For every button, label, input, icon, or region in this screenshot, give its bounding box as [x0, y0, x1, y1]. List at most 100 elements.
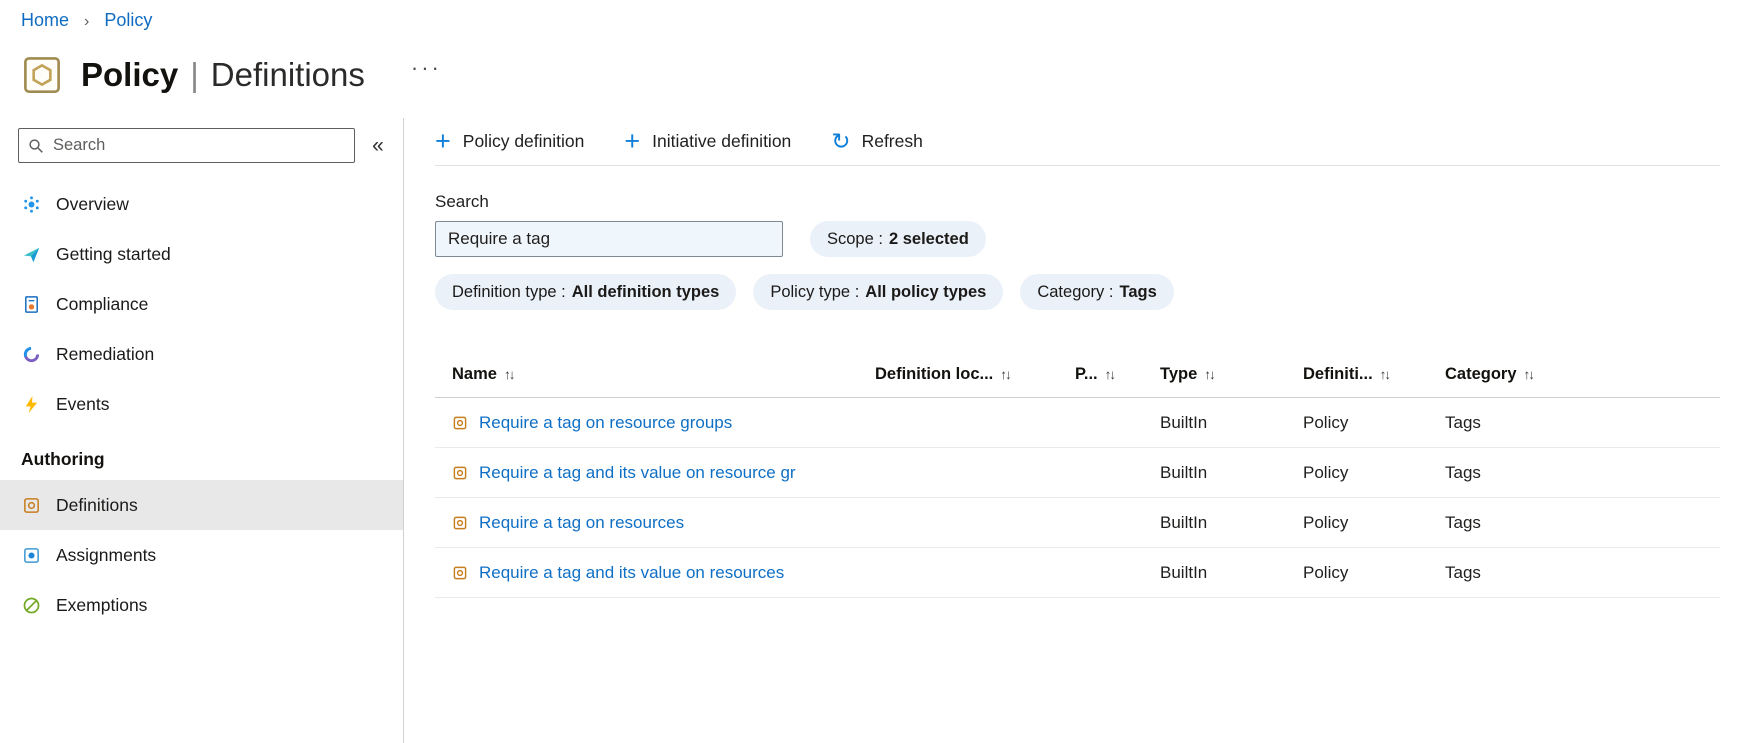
- definition-type-cell: Policy: [1303, 562, 1349, 582]
- scope-filter-pill[interactable]: Scope : 2 selected: [810, 221, 986, 257]
- sidebar-nav: Overview Getting started Compliance Reme…: [0, 179, 403, 630]
- search-label: Search: [435, 192, 489, 211]
- sidebar-item-definitions[interactable]: Definitions: [0, 480, 403, 530]
- breadcrumb-chevron-icon: ›: [84, 13, 90, 30]
- sidebar-item-label: Exemptions: [56, 594, 148, 615]
- sidebar-item-exemptions[interactable]: Exemptions: [0, 580, 403, 630]
- table-row[interactable]: Require a tag on resources BuiltIn Polic…: [435, 498, 1720, 548]
- policy-definition-icon: [452, 465, 468, 481]
- definition-search-input[interactable]: [435, 221, 783, 257]
- category-cell: Tags: [1445, 512, 1481, 532]
- sidebar-item-remediation[interactable]: Remediation: [0, 329, 403, 379]
- type-cell: BuiltIn: [1160, 562, 1208, 582]
- compliance-icon: [21, 294, 41, 314]
- breadcrumb-home-link[interactable]: Home: [21, 10, 69, 30]
- refresh-icon: ↻: [831, 128, 851, 154]
- table-header-row: Name ↑↓ Definition loc... ↑↓ P... ↑↓ Typ…: [435, 352, 1720, 398]
- policy-definition-button[interactable]: + Policy definition: [435, 126, 585, 157]
- column-label: Definition loc...: [875, 365, 994, 383]
- column-header-policies[interactable]: P... ↑↓: [1075, 365, 1160, 384]
- definition-name-link[interactable]: Require a tag on resource groups: [479, 413, 732, 433]
- policy-type-filter-pill[interactable]: Policy type : All policy types: [753, 274, 1004, 310]
- category-cell: Tags: [1445, 462, 1481, 482]
- search-icon: [28, 138, 44, 154]
- definition-name-link[interactable]: Require a tag and its value on resources: [479, 563, 784, 583]
- definition-type-cell: Policy: [1303, 412, 1349, 432]
- command-bar: + Policy definition + Initiative definit…: [435, 118, 1720, 166]
- policy-service-icon: [21, 54, 63, 96]
- refresh-label: Refresh: [861, 131, 923, 151]
- sidebar-item-label: Remediation: [56, 343, 155, 364]
- breadcrumb-policy-link[interactable]: Policy: [104, 10, 152, 30]
- column-label: P...: [1075, 365, 1098, 383]
- page-title-service: Policy: [81, 56, 179, 93]
- sort-icon: ↑↓: [1379, 367, 1391, 382]
- sort-icon: ↑↓: [1000, 367, 1011, 382]
- definition-type-filter-pill[interactable]: Definition type : All definition types: [435, 274, 737, 310]
- sidebar-item-compliance[interactable]: Compliance: [0, 279, 403, 329]
- policy-definition-label: Policy definition: [462, 130, 585, 151]
- sidebar-item-label: Overview: [56, 193, 129, 214]
- pill-label: Scope :: [827, 229, 883, 248]
- column-header-definition-type[interactable]: Definiti... ↑↓: [1303, 365, 1445, 384]
- initiative-definition-label: Initiative definition: [652, 130, 792, 151]
- initiative-definition-button[interactable]: + Initiative definition: [624, 126, 792, 157]
- sidebar-search-box: [18, 128, 355, 163]
- table-row[interactable]: Require a tag and its value on resources…: [435, 548, 1720, 598]
- sidebar-item-label: Assignments: [56, 544, 157, 565]
- pill-value: All policy types: [865, 282, 987, 301]
- sidebar-search-input[interactable]: [44, 135, 345, 156]
- policy-definition-icon: [452, 515, 468, 531]
- sidebar-item-events[interactable]: Events: [0, 379, 403, 429]
- column-header-definition-location[interactable]: Definition loc... ↑↓: [875, 365, 1075, 384]
- sidebar-item-getting-started[interactable]: Getting started: [0, 229, 403, 279]
- pill-value: Tags: [1119, 282, 1157, 301]
- sidebar-item-label: Definitions: [56, 494, 138, 515]
- column-header-category[interactable]: Category ↑↓: [1445, 365, 1720, 384]
- column-header-type[interactable]: Type ↑↓: [1160, 365, 1303, 384]
- collapse-sidebar-button[interactable]: «: [365, 134, 391, 158]
- pill-label: Definition type :: [452, 282, 566, 301]
- column-header-name[interactable]: Name ↑↓: [435, 365, 875, 384]
- events-icon: [21, 394, 41, 414]
- sidebar-item-assignments[interactable]: Assignments: [0, 530, 403, 580]
- page-header: Policy | Definitions ···: [21, 46, 1742, 104]
- definitions-icon: [21, 495, 41, 515]
- sidebar-item-label: Getting started: [56, 243, 171, 264]
- definition-name-link[interactable]: Require a tag and its value on resource …: [479, 463, 796, 483]
- pill-value: All definition types: [571, 282, 720, 301]
- pill-label: Policy type :: [770, 282, 860, 301]
- refresh-button[interactable]: ↻ Refresh: [831, 130, 923, 153]
- definitions-table: Name ↑↓ Definition loc... ↑↓ P... ↑↓ Typ…: [435, 352, 1720, 598]
- column-label: Name: [452, 365, 497, 383]
- pill-value: 2 selected: [888, 229, 969, 248]
- assignments-icon: [21, 545, 41, 565]
- policy-definition-icon: [452, 415, 468, 431]
- column-label: Category: [1445, 365, 1517, 383]
- remediation-icon: [21, 344, 41, 364]
- page-title-blade: Definitions: [210, 56, 365, 93]
- more-options-button[interactable]: ···: [411, 57, 442, 93]
- sidebar-section-authoring: Authoring: [21, 449, 105, 469]
- overview-icon: [21, 194, 41, 214]
- category-cell: Tags: [1445, 412, 1481, 432]
- sidebar-item-overview[interactable]: Overview: [0, 179, 403, 229]
- type-cell: BuiltIn: [1160, 462, 1208, 482]
- sidebar: « Overview: [0, 118, 404, 743]
- sort-icon: ↑↓: [503, 367, 515, 382]
- getting-started-icon: [21, 244, 41, 264]
- definition-name-link[interactable]: Require a tag on resources: [479, 513, 684, 533]
- table-row[interactable]: Require a tag on resource groups BuiltIn…: [435, 398, 1720, 448]
- column-label: Definiti...: [1303, 365, 1373, 383]
- policy-definition-icon: [452, 565, 468, 581]
- pill-label: Category :: [1037, 282, 1114, 301]
- plus-icon: +: [624, 126, 641, 157]
- table-row[interactable]: Require a tag and its value on resource …: [435, 448, 1720, 498]
- category-filter-pill[interactable]: Category : Tags: [1020, 274, 1174, 310]
- plus-icon: +: [435, 126, 451, 157]
- breadcrumb: Home › Policy: [0, 0, 1742, 34]
- policy-definitions-page: Home › Policy Policy | Definitions ··· S…: [0, 0, 1742, 743]
- column-label: Type: [1160, 365, 1198, 383]
- page-title-divider: |: [190, 56, 199, 93]
- page-title: Policy | Definitions: [81, 56, 365, 94]
